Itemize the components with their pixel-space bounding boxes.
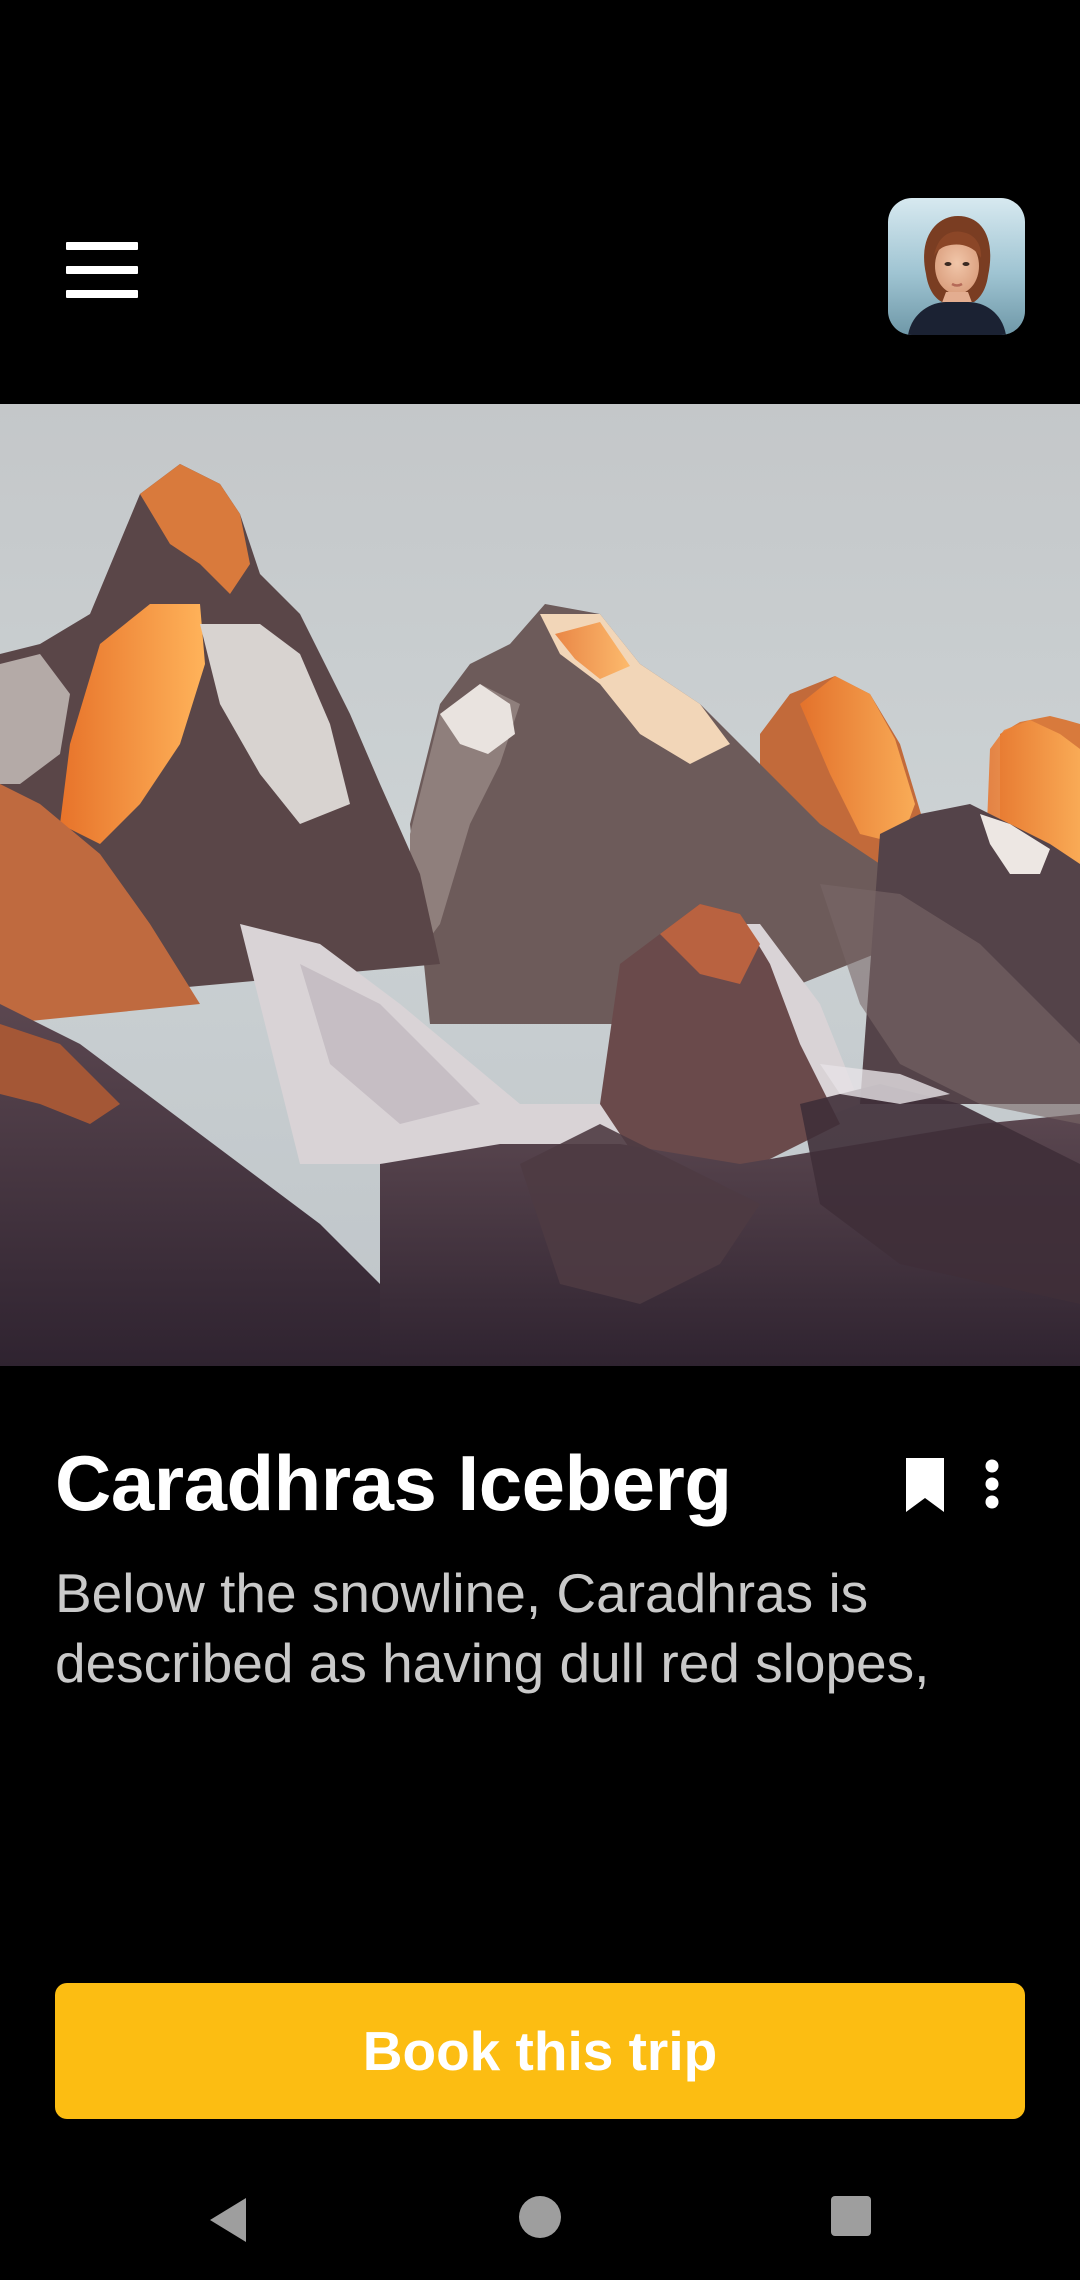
bookmark-icon <box>906 1458 944 1512</box>
trip-description: Below the snowline, Caradhras is describ… <box>55 1562 930 1694</box>
nav-home-button[interactable] <box>515 2192 565 2242</box>
hero-image <box>0 404 1080 1366</box>
mountain-peaks-photo <box>0 404 1080 1366</box>
nav-back-button[interactable] <box>200 2190 260 2250</box>
home-circle-icon <box>519 2196 561 2238</box>
menu-bar-line <box>66 290 138 298</box>
menu-bar-line <box>66 242 138 250</box>
more-vertical-icon <box>985 1459 999 1509</box>
nav-recents-button[interactable] <box>828 2193 874 2239</box>
avatar-image <box>888 198 1025 335</box>
more-options-button[interactable] <box>970 1450 1014 1520</box>
recents-square-icon <box>831 2196 871 2236</box>
profile-avatar[interactable] <box>888 198 1025 335</box>
book-trip-button[interactable]: Book this trip <box>55 1983 1025 2119</box>
back-triangle-icon <box>210 2198 246 2242</box>
status-bar <box>0 0 1080 100</box>
menu-bar-line <box>66 266 138 274</box>
book-trip-label: Book this trip <box>362 2020 718 2082</box>
bookmark-button[interactable] <box>896 1450 956 1520</box>
menu-button[interactable] <box>56 130 148 298</box>
trip-title: Caradhras Iceberg <box>55 1439 732 1527</box>
